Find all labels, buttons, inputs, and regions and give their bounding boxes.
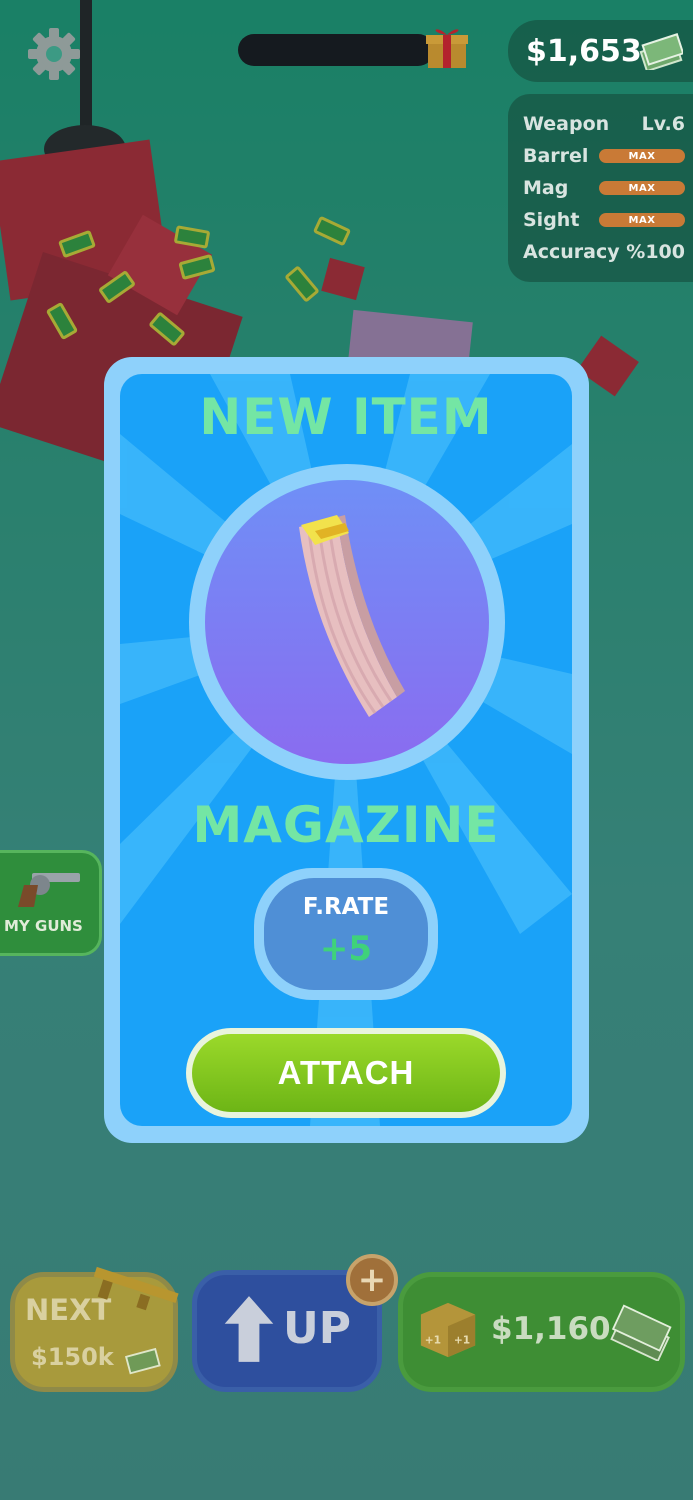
cash-icon [639, 33, 683, 70]
magazine-icon [299, 515, 405, 717]
stat-pill-value: +5 [319, 929, 373, 969]
level-progress-bar [238, 34, 434, 66]
stat-row-sight: Sight MAX [523, 204, 685, 236]
stat-pill-label: F.RATE [302, 894, 390, 920]
stat-row-accuracy: Accuracy %100 [523, 236, 685, 268]
stat-max-bar: MAX [599, 181, 685, 195]
revolver-icon [18, 873, 80, 907]
stat-max-bar: MAX [599, 149, 685, 163]
cash-icon [610, 1304, 672, 1361]
up-label: UP [283, 1303, 351, 1354]
my-guns-button[interactable]: MY GUNS [0, 850, 102, 956]
stat-label: Accuracy [523, 241, 620, 263]
money-counter: $1,653 [508, 20, 693, 82]
next-weapon-button[interactable]: NEXT $150k [10, 1266, 179, 1392]
stat-label: Sight [523, 209, 580, 231]
new-item-card: NEW ITEM MAGAZINE F.RATE +5 ATTACH [120, 374, 572, 1126]
gear-icon[interactable] [24, 24, 84, 84]
buy-price: $1,160 [491, 1311, 611, 1347]
crate-badge-left: +1 [425, 1334, 441, 1347]
stat-max-bar: MAX [599, 213, 685, 227]
stat-label: Barrel [523, 145, 589, 167]
my-guns-label: MY GUNS [4, 917, 83, 935]
weapon-stats-panel: Weapon Lv.6 Barrel MAX Mag MAX Sight MAX… [508, 94, 693, 282]
stat-label: Weapon [523, 113, 610, 135]
popup-title: NEW ITEM [199, 388, 493, 446]
stat-row-mag: Mag MAX [523, 172, 685, 204]
arrow-up-icon [224, 1296, 274, 1362]
rifle-icon [93, 1266, 179, 1311]
crate-icon: +1 +1 [420, 1302, 476, 1358]
plus-icon[interactable]: + [346, 1254, 398, 1306]
stat-value: %100 [626, 241, 685, 263]
crate-badge-right: +1 [454, 1334, 470, 1347]
buy-crate-button[interactable]: +1 +1 $1,160 [398, 1272, 685, 1392]
stat-label: Mag [523, 177, 569, 199]
item-name: MAGAZINE [192, 796, 500, 854]
stat-row-barrel: Barrel MAX [523, 140, 685, 172]
stat-value: Lv.6 [641, 113, 685, 135]
cash-icon [125, 1347, 161, 1375]
gift-icon[interactable] [422, 22, 472, 72]
next-price: $150k [31, 1343, 114, 1371]
stat-row-weapon: Weapon Lv.6 [523, 108, 685, 140]
money-value: $1,653 [526, 33, 642, 69]
attach-button[interactable]: ATTACH [192, 1034, 500, 1112]
